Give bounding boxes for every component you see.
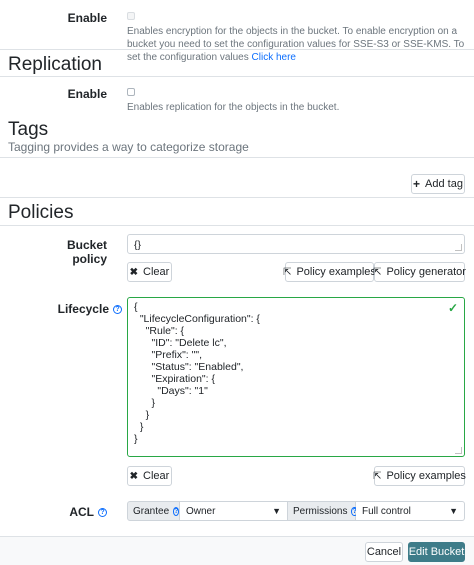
- cancel-button[interactable]: Cancel: [365, 542, 403, 562]
- encryption-click-here-link[interactable]: Click here: [252, 52, 296, 63]
- chevron-down-icon: ▼: [449, 506, 458, 516]
- edit-bucket-button[interactable]: Edit Bucket: [408, 542, 465, 562]
- acl-label: ACL: [69, 505, 94, 519]
- permissions-addon: Permissions?: [288, 501, 358, 521]
- external-link-icon: ⇱: [373, 266, 382, 278]
- external-link-icon: ⇱: [283, 266, 292, 278]
- divider: [0, 157, 474, 158]
- replication-enable-label: Enable: [67, 87, 107, 101]
- add-tag-label: Add tag: [425, 178, 463, 190]
- replication-help-text: Enables replication for the objects in t…: [127, 102, 340, 113]
- divider: [0, 197, 474, 198]
- resize-handle[interactable]: [455, 244, 462, 251]
- bucket-policy-label: Bucket policy: [66, 238, 107, 266]
- acl-controls: Grantee? Owner ▼ Permissions? Full contr…: [127, 501, 465, 521]
- divider: [0, 49, 474, 50]
- encryption-enable-checkbox[interactable]: [127, 12, 135, 20]
- close-icon: ✖: [129, 470, 139, 482]
- resize-handle[interactable]: [455, 447, 462, 454]
- lifecycle-policy-examples-button[interactable]: ⇱ Policy examples: [373, 466, 466, 486]
- grantee-label: Grantee: [133, 505, 170, 517]
- policy-generator-button[interactable]: ⇱ Policy generator: [373, 262, 466, 282]
- permissions-select[interactable]: Full control ▼: [356, 501, 465, 521]
- close-icon: ✖: [129, 266, 139, 278]
- lifecycle-textarea[interactable]: { "LifecycleConfiguration": { "Rule": { …: [127, 297, 465, 457]
- policy-examples-label: Policy examples: [296, 266, 376, 278]
- question-circle-icon[interactable]: ?: [113, 305, 122, 315]
- check-icon: ✓: [447, 301, 458, 315]
- bucket-policy-textarea[interactable]: {}: [127, 234, 465, 254]
- lifecycle-clear-button[interactable]: ✖ Clear: [127, 466, 172, 486]
- encryption-enable-label: Enable: [67, 11, 107, 25]
- replication-title: Replication: [8, 54, 102, 75]
- clear-label: Clear: [143, 470, 170, 482]
- bucket-policy-value: {}: [134, 239, 142, 251]
- grantee-addon: Grantee?: [127, 501, 180, 521]
- add-tag-button[interactable]: + Add tag: [411, 174, 465, 194]
- clear-label: Clear: [143, 266, 170, 278]
- policy-examples-button[interactable]: ⇱ Policy examples: [283, 262, 376, 282]
- acl-label-row: ACL?: [60, 505, 107, 519]
- encryption-help-text: Enables encryption for the objects in th…: [127, 25, 467, 64]
- policies-title: Policies: [8, 202, 74, 223]
- grantee-select[interactable]: Owner ▼: [180, 501, 288, 521]
- plus-icon: +: [413, 177, 421, 191]
- external-link-icon: ⇱: [373, 470, 382, 482]
- policy-examples-label: Policy examples: [386, 470, 466, 482]
- question-circle-icon[interactable]: ?: [98, 508, 107, 518]
- lifecycle-label-row: Lifecycle?: [40, 302, 122, 316]
- tags-title: Tags: [8, 119, 49, 140]
- divider: [0, 225, 474, 226]
- grantee-value: Owner: [186, 505, 216, 517]
- divider: [0, 76, 474, 77]
- lifecycle-value: { "LifecycleConfiguration": { "Rule": { …: [134, 301, 260, 445]
- lifecycle-label: Lifecycle: [57, 302, 109, 316]
- question-circle-icon[interactable]: ?: [173, 506, 180, 516]
- replication-enable-checkbox[interactable]: [127, 88, 135, 96]
- policy-generator-label: Policy generator: [386, 266, 466, 278]
- form-footer: Cancel Edit Bucket: [0, 536, 474, 565]
- bucket-policy-clear-button[interactable]: ✖ Clear: [127, 262, 172, 282]
- permissions-value: Full control: [362, 505, 411, 517]
- permissions-label: Permissions: [293, 505, 348, 517]
- tags-subtitle: Tagging provides a way to categorize sto…: [8, 140, 249, 154]
- chevron-down-icon: ▼: [272, 506, 281, 516]
